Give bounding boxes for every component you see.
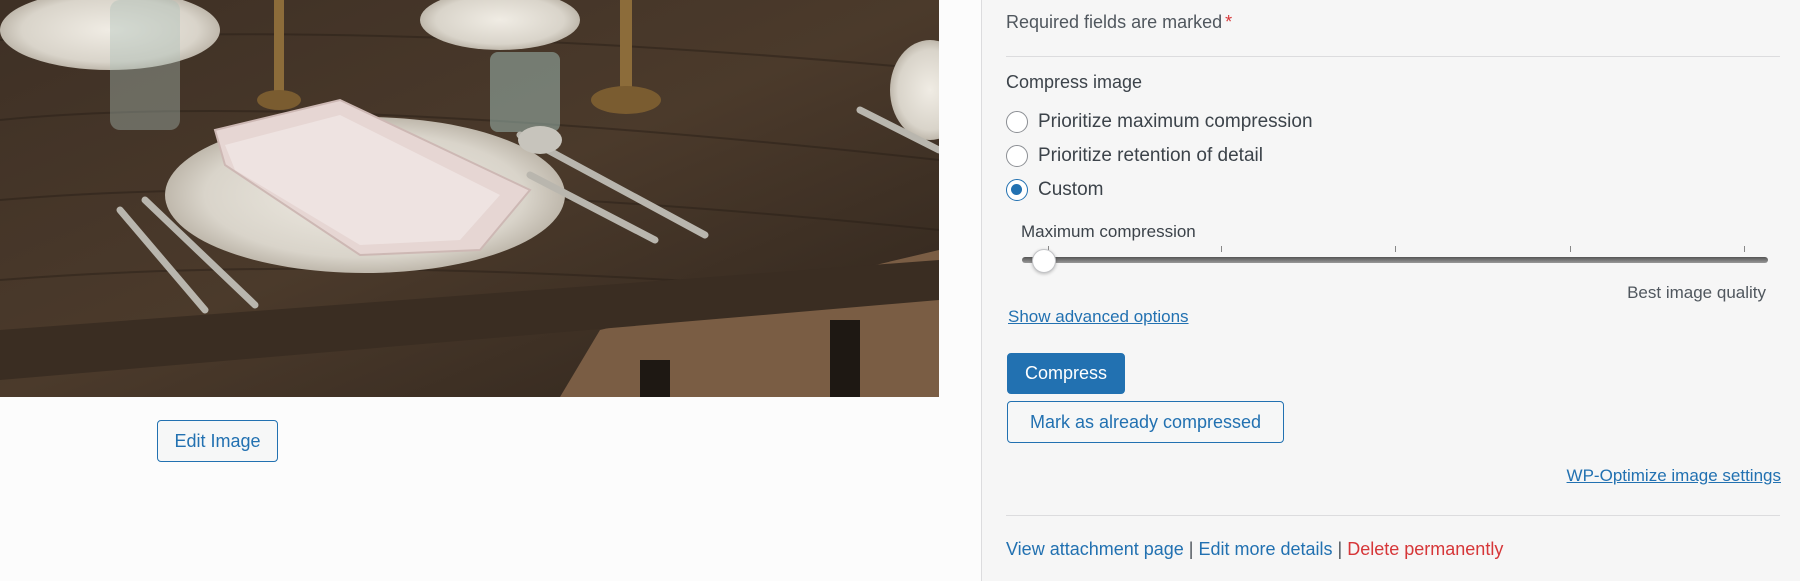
mark-compressed-button[interactable]: Mark as already compressed (1007, 401, 1284, 443)
show-advanced-options-link[interactable]: Show advanced options (1008, 307, 1189, 327)
edit-details-link[interactable]: Edit more details (1198, 539, 1332, 559)
table-setting-photo (0, 0, 939, 397)
slider-min-label: Maximum compression (1021, 222, 1196, 241)
radio-max-compression[interactable] (1006, 111, 1028, 133)
slider-tick (1744, 246, 1745, 252)
compression-slider-track[interactable] (1022, 257, 1768, 263)
slider-tick (1395, 246, 1396, 252)
radio-custom[interactable] (1006, 179, 1028, 201)
attachment-image (0, 0, 939, 397)
attachment-details-sidebar: Required fields are marked * Compress ima… (981, 0, 1800, 581)
required-fields-note: Required fields are marked * (1006, 12, 1232, 33)
separator: | (1188, 539, 1194, 559)
required-fields-text: Required fields are marked (1006, 12, 1223, 32)
attachment-preview-pane: Edit Image (0, 0, 982, 581)
required-star: * (1225, 12, 1233, 32)
delete-permanently-link[interactable]: Delete permanently (1347, 539, 1503, 559)
compress-button[interactable]: Compress (1007, 353, 1125, 394)
radio-retain-detail[interactable] (1006, 145, 1028, 167)
edit-image-button[interactable]: Edit Image (157, 420, 278, 462)
option-custom[interactable]: Custom (1006, 179, 1103, 201)
option-max-compression[interactable]: Prioritize maximum compression (1006, 111, 1313, 133)
compression-slider-thumb[interactable] (1032, 249, 1056, 273)
option-retain-detail[interactable]: Prioritize retention of detail (1006, 145, 1263, 167)
option-max-compression-label: Prioritize maximum compression (1038, 111, 1313, 132)
separator: | (1337, 539, 1343, 559)
divider (1006, 56, 1780, 57)
wp-optimize-settings-link[interactable]: WP-Optimize image settings (1567, 466, 1781, 486)
view-attachment-link[interactable]: View attachment page (1006, 539, 1184, 559)
option-retain-detail-label: Prioritize retention of detail (1038, 145, 1263, 166)
slider-tick (1221, 246, 1222, 252)
compress-image-title: Compress image (1006, 72, 1143, 92)
slider-max-label: Best image quality (1627, 283, 1766, 302)
slider-tick (1570, 246, 1571, 252)
divider (1006, 515, 1780, 516)
attachment-actions: View attachment page | Edit more details | D… (1006, 539, 1503, 560)
option-custom-label: Custom (1038, 179, 1104, 200)
